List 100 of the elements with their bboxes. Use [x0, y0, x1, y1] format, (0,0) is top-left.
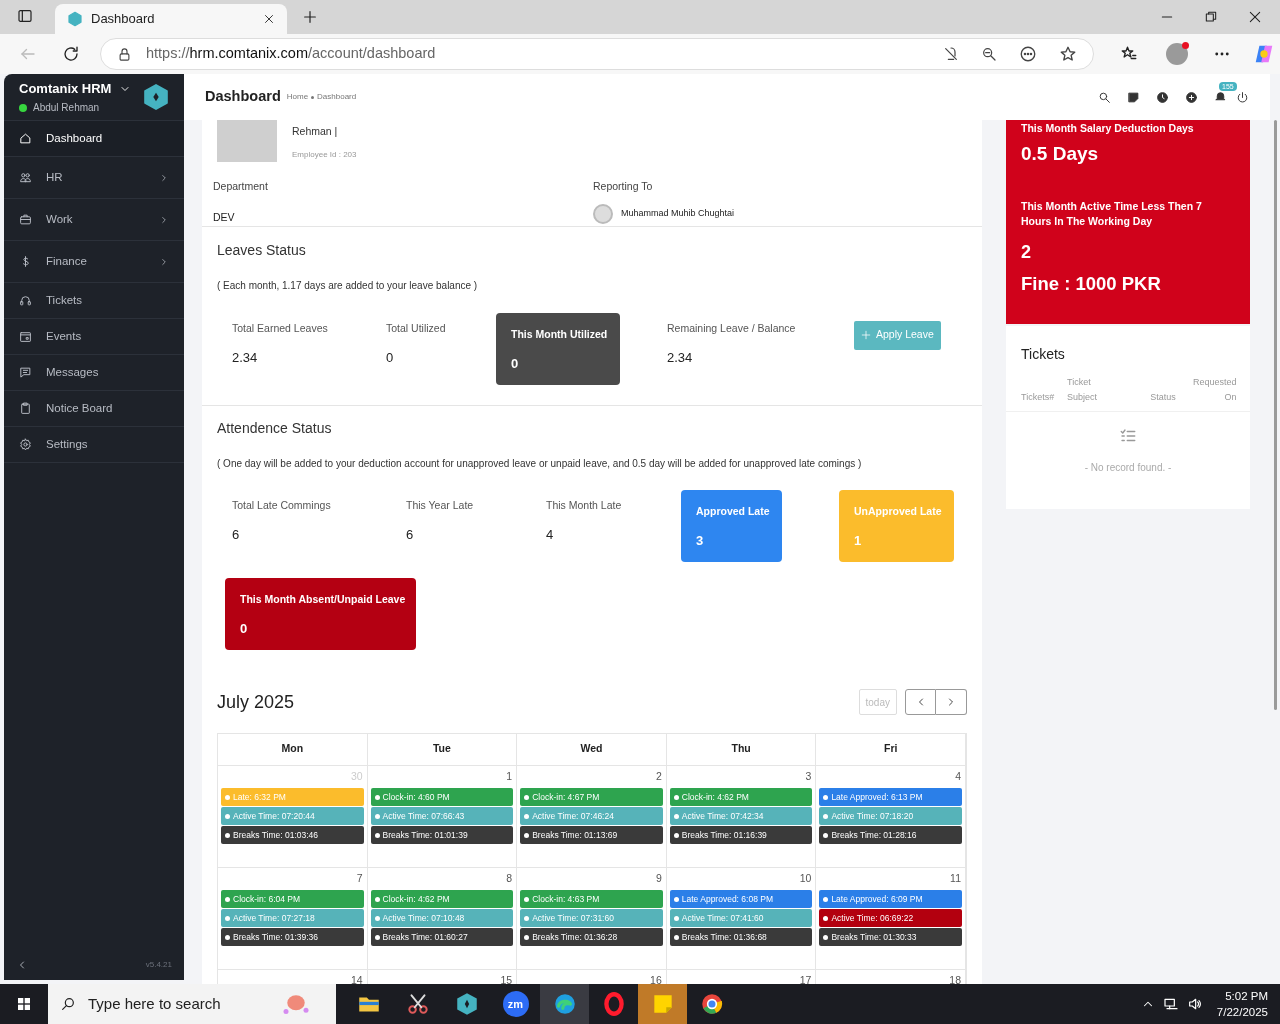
sidebar-item[interactable]: Settings [4, 427, 184, 463]
brand-name: Comtanix HRM [19, 79, 112, 98]
sidebar-item[interactable]: Events [4, 319, 184, 355]
employee-id: Employee Id : 203 [292, 148, 357, 161]
calendar-event[interactable]: Late Approved: 6:08 PM [669, 890, 813, 909]
windows-start-icon[interactable] [16, 996, 32, 1012]
taskbar-app[interactable]: zm [491, 984, 540, 1024]
browser-tab[interactable]: Dashboard [55, 4, 287, 34]
bell-icon[interactable] [1214, 90, 1227, 103]
sidebar-item[interactable]: Messages [4, 355, 184, 391]
day-number[interactable]: 9 [655, 870, 662, 887]
column-header: Ticket Subject [1067, 376, 1099, 405]
stat-value: 4 [546, 526, 555, 545]
calendar-event[interactable]: Late Approved: 6:09 PM [819, 890, 962, 909]
calendar-event[interactable]: Breaks Time: 01:36:28 [520, 928, 663, 947]
avatar-placeholder [217, 120, 277, 162]
calendar-event[interactable]: Breaks Time: 01:30:33 [819, 928, 962, 947]
field-value: DEV [213, 209, 236, 225]
plus-icon [861, 330, 871, 340]
note-icon[interactable] [1127, 90, 1140, 104]
clock-icon[interactable] [1156, 90, 1169, 104]
day-number[interactable]: 1 [506, 768, 513, 785]
weekday-header: Fri [816, 733, 966, 766]
briefcase-icon [19, 213, 32, 226]
day-number[interactable]: 18 [949, 972, 961, 984]
attendance-note: ( One day will be added to your deduction account for unapproved leave or unpaid leave, and 0.5 day will be added for unapproved late comings ) [217, 456, 863, 471]
day-number[interactable]: 15 [500, 972, 513, 984]
day-number[interactable]: 7 [356, 870, 363, 887]
breadcrumb-link[interactable]: Home [286, 91, 309, 103]
clock[interactable]: 5:02 PM 7/22/2025 [1216, 988, 1268, 1020]
close-icon[interactable] [263, 13, 275, 25]
hexagon-icon [67, 11, 83, 27]
card-value: 2 [1021, 240, 1032, 264]
calendar-event[interactable]: Breaks Time: 01:36:68 [669, 928, 813, 947]
headset-icon [19, 294, 32, 307]
chevron-right-icon [159, 256, 169, 267]
address-bar[interactable]: https://hrm.comtanix.com/account/dashboard [100, 38, 1094, 70]
add-circle-icon[interactable] [1185, 90, 1198, 104]
day-number[interactable]: 8 [506, 870, 513, 887]
day-number[interactable]: 3 [805, 768, 812, 785]
search-icon[interactable] [1098, 90, 1111, 104]
calendar-event[interactable]: Breaks Time: 01:13:69 [520, 826, 663, 845]
calendar-event[interactable]: Breaks Time: 01:60:27 [370, 928, 514, 947]
column-header: Requested On [1193, 376, 1237, 405]
day-number[interactable]: 4 [955, 768, 961, 785]
speaker-icon[interactable] [1186, 996, 1203, 1012]
zoom-logo: zm [502, 991, 529, 1017]
tab-actions-icon[interactable] [17, 8, 33, 24]
chevron-right-icon [159, 214, 169, 225]
card-title: This Month Active Time Less Then 7 Hours In The Working Day [1021, 198, 1203, 229]
user-name: Abdul Rehman [33, 101, 100, 116]
stat-value: 0 [511, 355, 520, 374]
calendar-event[interactable]: Breaks Time: 01:28:16 [819, 826, 962, 845]
day-number[interactable]: 11 [950, 870, 961, 887]
calendar-event[interactable]: Breaks Time: 01:16:39 [669, 826, 813, 845]
power-icon[interactable] [1236, 90, 1249, 104]
close-icon[interactable] [1248, 10, 1262, 24]
restore-icon[interactable] [1204, 10, 1218, 24]
calendar-icon [19, 330, 32, 343]
day-number[interactable]: 16 [650, 972, 662, 984]
previous-button[interactable] [905, 689, 936, 715]
calendar-event[interactable]: Active Time: 06:69:22 [819, 909, 962, 928]
taskbar-search[interactable]: Type here to search [48, 984, 336, 1024]
stat-label: Total Earned Leaves [232, 320, 329, 336]
zoom-out-icon[interactable] [981, 46, 997, 62]
day-number[interactable]: 2 [655, 768, 662, 785]
network-icon[interactable] [1162, 996, 1179, 1012]
more-circle-icon[interactable] [1019, 45, 1037, 63]
tracking-off-icon[interactable] [943, 46, 959, 62]
url-text: https://hrm.comtanix.com/account/dashboard [146, 44, 436, 64]
card-value: 0.5 Days [1021, 142, 1100, 166]
refresh-icon[interactable] [62, 45, 80, 63]
stat-label: Remaining Leave / Balance [667, 320, 797, 336]
sidebar-item[interactable]: HR [4, 157, 184, 199]
sidebar-item[interactable]: Tickets [4, 283, 184, 319]
hexagon-logo-icon [143, 84, 169, 110]
new-tab-icon[interactable] [302, 9, 318, 25]
day-number[interactable]: 17 [799, 972, 812, 984]
empty-message: - No record found. - [1084, 461, 1172, 476]
calendar-event[interactable]: Breaks Time: 01:03:46 [221, 826, 364, 845]
calendar-event[interactable]: Late Approved: 6:13 PM [819, 788, 962, 807]
weekday-header: Tue [367, 733, 518, 766]
copilot-icon[interactable] [1253, 43, 1275, 65]
profile-avatar[interactable] [1166, 43, 1188, 65]
search-icon [60, 996, 76, 1012]
next-button[interactable] [936, 689, 967, 715]
day-number[interactable]: 10 [799, 870, 812, 887]
sidebar-item[interactable]: Notice Board [4, 391, 184, 427]
people-icon [19, 171, 32, 184]
day-number[interactable]: 14 [350, 972, 363, 984]
stat-label: This Month Utilized [511, 326, 605, 342]
taskbar-app[interactable] [540, 984, 589, 1024]
sidebar-item[interactable]: Finance [4, 241, 184, 283]
stat-value: 1 [854, 532, 863, 551]
calendar-event[interactable]: Breaks Time: 01:01:39 [370, 826, 514, 845]
calendar-event[interactable]: Breaks Time: 01:39:36 [221, 928, 364, 947]
stat-label: Total Late Commings [232, 497, 332, 513]
sidebar-item[interactable]: Work [4, 199, 184, 241]
star-icon[interactable] [1059, 45, 1077, 63]
clipboard-icon [19, 402, 32, 415]
